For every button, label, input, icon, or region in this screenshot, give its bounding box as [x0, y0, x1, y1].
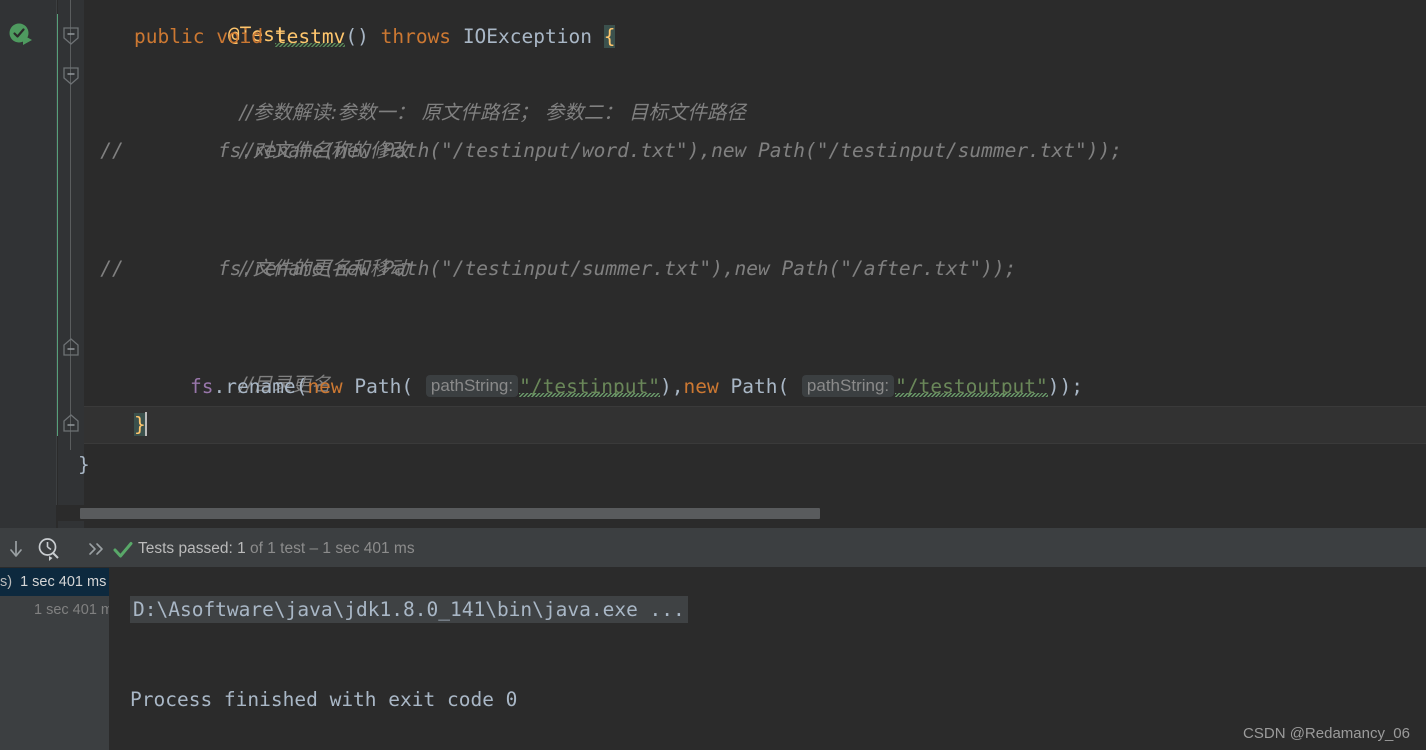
tests-duration: 1 sec 401 ms	[322, 540, 415, 557]
class-brace-close: }	[78, 453, 90, 476]
param-hint-pathstring-1[interactable]: pathString:	[425, 375, 519, 397]
test-runner-toolbar: Tests passed: 1 of 1 test – 1 sec 401 ms	[0, 528, 1426, 568]
dot-operator: .	[213, 375, 226, 398]
code-line-comment-rename-move: //文件的更名和移动	[190, 212, 409, 280]
clock-magnifier-icon[interactable]	[36, 536, 62, 562]
tests-passed-count: 1	[237, 540, 246, 557]
string-arg-testinput: "/testinput"	[519, 375, 660, 398]
code-text-area[interactable]: @Test public void testmv() throws IOExce…	[78, 0, 1426, 528]
code-line-commented-rename-1: fs.rename(new Path("/testinput/word.txt"…	[218, 132, 1122, 170]
test-tree-row-selected[interactable]: s) 1 sec 401 ms	[0, 568, 109, 596]
expand-chevrons-icon[interactable]	[86, 538, 108, 560]
code-line-comment-rename-file: //对文件名称的修改	[190, 94, 409, 162]
code-line-signature: public void testmv() throws IOException …	[134, 18, 616, 56]
code-line-comment-rename-dir: //目录更名	[190, 328, 331, 396]
method-parens: ()	[345, 25, 369, 48]
code-line-comment-params: //参数解读:参数一： 原文件路径； 参数二： 目标文件路径	[190, 56, 746, 124]
commented-code-text: fs.rename(new Path("/testinput/word.txt"…	[218, 139, 1122, 162]
console-result-line: Process finished with exit code 0	[130, 688, 518, 711]
editor-hscroll-thumb[interactable]	[80, 508, 820, 519]
gutter-separator	[56, 0, 57, 505]
console-output[interactable]: D:\Asoftware\java\jdk1.8.0_141\bin\java.…	[110, 568, 1426, 750]
param-hint-pathstring-2[interactable]: pathString:	[801, 375, 895, 397]
tests-of-label: of 1 test	[245, 540, 310, 557]
commented-line-marker: //	[100, 139, 124, 162]
code-line-commented-rename-2: fs.rename(new Path("/testinput/summer.tx…	[218, 250, 1016, 288]
type-path-2: Path	[730, 375, 778, 398]
matching-brace-open: {	[603, 25, 616, 48]
method-call-rename: rename	[225, 375, 296, 398]
console-command-text: D:\Asoftware\java\jdk1.8.0_141\bin\java.…	[130, 596, 688, 623]
code-line-close-class: }	[78, 446, 90, 484]
test-node-label: s)	[0, 574, 13, 590]
csdn-watermark: CSDN @Redamancy_06	[1243, 725, 1410, 742]
code-editor[interactable]: @Test public void testmv() throws IOExce…	[0, 0, 1426, 528]
spellcheck-squiggle-icon	[519, 393, 660, 397]
test-tree-row[interactable]: 1 sec 401 ms	[0, 596, 109, 624]
test-node-duration: 1 sec 401 ms	[20, 574, 107, 590]
type-path-1: Path	[354, 375, 402, 398]
method-name-testmv: testmv	[274, 25, 346, 48]
fold-collapse-icon[interactable]	[60, 25, 82, 47]
text-caret	[144, 412, 147, 436]
lparen: (	[295, 375, 308, 398]
warning-squiggle-icon	[274, 43, 346, 47]
keyword-new-2: new	[683, 375, 719, 398]
editor-run-gutter	[0, 0, 56, 528]
keyword-new-1: new	[307, 375, 343, 398]
test-results-tree[interactable]: s) 1 sec 401 ms 1 sec 401 ms	[0, 568, 110, 750]
arg-separator: ),	[660, 375, 684, 398]
spellcheck-squiggle-icon	[895, 393, 1048, 397]
commented-line-marker: //	[100, 257, 124, 280]
type-ioexception: IOException	[462, 25, 592, 48]
test-node-duration: 1 sec 401 ms	[34, 602, 109, 618]
tests-passed-label: Tests passed:	[138, 540, 238, 557]
code-line-active-rename: fs.rename(new Path( pathString: "/testinp…	[190, 375, 1084, 398]
green-check-icon	[112, 539, 134, 561]
keyword-public: public	[134, 25, 205, 48]
run-test-green-icon[interactable]	[8, 22, 34, 48]
fold-collapse-icon[interactable]	[60, 65, 82, 87]
call-tail: ));	[1047, 375, 1084, 398]
test-status-text: Tests passed: 1 of 1 test – 1 sec 401 ms	[138, 538, 415, 560]
keyword-throws: throws	[380, 25, 452, 48]
code-line-annotation: @Test	[134, 0, 287, 46]
string-arg-testoutput: "/testoutput"	[895, 375, 1048, 398]
commented-code-text: fs.rename(new Path("/testinput/summer.tx…	[218, 257, 1017, 280]
field-fs: fs	[190, 375, 214, 398]
keyword-void: void	[216, 25, 264, 48]
console-command-line: D:\Asoftware\java\jdk1.8.0_141\bin\java.…	[130, 596, 688, 623]
run-tool-window: Tests passed: 1 of 1 test – 1 sec 401 ms…	[0, 528, 1426, 750]
fold-end-icon[interactable]	[60, 336, 82, 358]
tests-separator: –	[309, 540, 323, 557]
code-line-close-method: }	[134, 406, 147, 444]
down-arrow-icon[interactable]	[5, 538, 27, 560]
fold-end-icon[interactable]	[60, 412, 82, 434]
caret-line-highlight	[84, 406, 1426, 444]
ide-window: @Test public void testmv() throws IOExce…	[0, 0, 1426, 750]
